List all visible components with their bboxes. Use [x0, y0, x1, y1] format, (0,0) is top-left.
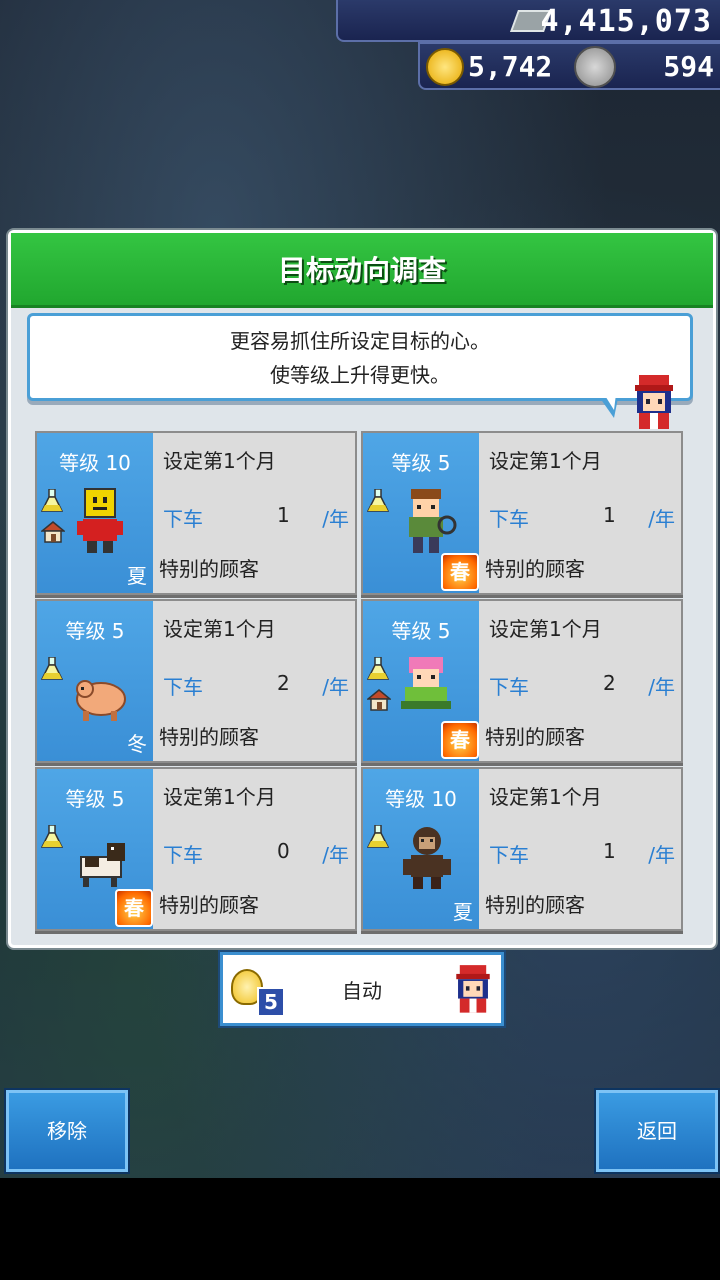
money-display: 4,415,073	[336, 0, 720, 42]
assistant-avatar-icon	[456, 965, 490, 1013]
season-badge: 春	[441, 721, 479, 759]
alight-label: 下车	[163, 843, 203, 867]
card-setting: 设定第1个月	[489, 617, 602, 641]
pink-hair-girl-icon	[401, 657, 451, 709]
alight-label: 下车	[163, 675, 203, 699]
card-level: 等级 5	[65, 619, 125, 643]
alight-count: 2	[603, 671, 616, 695]
remove-button[interactable]: 移除	[6, 1090, 128, 1172]
card-portrait: 等级 5 冬	[37, 601, 153, 761]
card-level: 等级 5	[65, 787, 125, 811]
card-level: 等级 10	[59, 451, 131, 475]
season-badge: 夏	[127, 564, 147, 588]
flask-icon	[41, 825, 63, 848]
target-card[interactable]: 等级 10 夏 设定第1个月 下车 1/年特别的顾客	[35, 431, 357, 595]
target-card[interactable]: 等级 5 春 设定第1个月 下车 1/年特别的顾客	[361, 431, 683, 595]
card-details: 设定第1个月 下车 1/年特别的顾客	[479, 433, 681, 593]
card-alight-row: 下车 2/年	[163, 671, 349, 700]
card-alight-row: 下车 2/年	[489, 671, 675, 700]
description-line-2: 使等级上升得更快。	[270, 363, 450, 387]
card-details: 设定第1个月 下车 1/年特别的顾客	[479, 769, 681, 929]
card-alight-row: 下车 1/年	[489, 839, 675, 868]
target-card[interactable]: 等级 5 春 设定第1个月 下车 2/年特别的顾客	[361, 599, 683, 763]
per-year-label: /年	[648, 675, 675, 699]
card-details: 设定第1个月 下车 1/年特别的顾客	[153, 433, 355, 593]
card-portrait: 等级 10 夏	[363, 769, 479, 929]
flask-icon	[367, 489, 389, 512]
card-setting: 设定第1个月	[163, 449, 276, 473]
description-bubble: 更容易抓住所设定目标的心。 使等级上升得更快。	[27, 313, 693, 418]
alight-count: 1	[603, 839, 616, 863]
alight-count: 1	[277, 503, 290, 527]
dog-icon	[80, 843, 125, 887]
card-portrait: 等级 10 夏	[37, 433, 153, 593]
target-survey-panel: 目标动向调查 更容易抓住所设定目标的心。 使等级上升得更快。 等级 10 夏设定第…	[8, 230, 716, 948]
alight-count: 2	[277, 671, 290, 695]
alight-label: 下车	[489, 675, 529, 699]
per-year-label: /年	[648, 843, 675, 867]
house-icon	[41, 521, 65, 543]
card-target-type: 特别的顾客	[485, 893, 585, 917]
back-button[interactable]: 返回	[596, 1090, 718, 1172]
house-icon	[367, 689, 391, 711]
per-year-label: /年	[322, 675, 349, 699]
card-setting: 设定第1个月	[489, 449, 602, 473]
speech-tail	[600, 394, 618, 418]
card-details: 设定第1个月 下车 2/年特别的顾客	[153, 601, 355, 761]
card-portrait: 等级 5 春	[363, 601, 479, 761]
card-target-type: 特别的顾客	[159, 557, 259, 581]
alight-count: 0	[277, 839, 290, 863]
target-card[interactable]: 等级 5 冬 设定第1个月 下车 2/年特别的顾客	[35, 599, 357, 763]
flask-icon	[367, 657, 389, 680]
alight-label: 下车	[163, 507, 203, 531]
resource-display: 5,742 594	[418, 42, 720, 90]
description-line-1: 更容易抓住所设定目标的心。	[230, 329, 490, 353]
card-details: 设定第1个月 下车 0/年特别的顾客	[153, 769, 355, 929]
card-alight-row: 下车 1/年	[489, 503, 675, 532]
flask-icon	[367, 825, 389, 848]
flask-icon	[41, 489, 63, 512]
explorer-icon	[409, 489, 457, 553]
alight-label: 下车	[489, 843, 529, 867]
per-year-label: /年	[322, 507, 349, 531]
card-level: 等级 5	[391, 619, 451, 643]
card-portrait: 等级 5 春	[37, 769, 153, 929]
card-target-type: 特别的顾客	[485, 725, 585, 749]
card-setting: 设定第1个月	[163, 785, 276, 809]
flask-icon	[41, 657, 63, 680]
card-setting: 设定第1个月	[489, 785, 602, 809]
card-target-type: 特别的顾客	[159, 725, 259, 749]
target-card[interactable]: 等级 5 春 设定第1个月 下车 0/年特别的顾客	[35, 767, 357, 931]
season-badge: 春	[115, 889, 153, 927]
card-target-type: 特别的顾客	[485, 557, 585, 581]
card-level: 等级 10	[385, 787, 457, 811]
card-alight-row: 下车 1/年	[163, 503, 349, 532]
card-target-type: 特别的顾客	[159, 893, 259, 917]
pig-icon	[76, 680, 126, 721]
season-badge: 冬	[127, 732, 147, 756]
target-card[interactable]: 等级 10 夏 设定第1个月 下车 1/年特别的顾客	[361, 767, 683, 931]
assistant-avatar-icon	[635, 375, 673, 429]
yellow-robot-icon	[77, 488, 123, 553]
lightbulb-icon	[426, 48, 464, 86]
card-setting: 设定第1个月	[163, 617, 276, 641]
card-level: 等级 5	[391, 451, 451, 475]
monkey-icon	[403, 827, 451, 889]
medal-icon	[574, 46, 616, 88]
alight-label: 下车	[489, 507, 529, 531]
card-alight-row: 下车 0/年	[163, 839, 349, 868]
season-badge: 夏	[453, 900, 473, 924]
per-year-label: /年	[648, 507, 675, 531]
card-details: 设定第1个月 下车 2/年特别的顾客	[479, 601, 681, 761]
season-badge: 春	[441, 553, 479, 591]
alight-count: 1	[603, 503, 616, 527]
research-points-value: 5,742	[468, 50, 553, 83]
medals-value: 594	[663, 50, 714, 83]
card-portrait: 等级 5 春	[363, 433, 479, 593]
money-value: 4,415,073	[540, 4, 712, 39]
panel-title: 目标动向调查	[11, 233, 713, 308]
per-year-label: /年	[322, 843, 349, 867]
auto-button[interactable]: 5 自动	[220, 952, 504, 1026]
